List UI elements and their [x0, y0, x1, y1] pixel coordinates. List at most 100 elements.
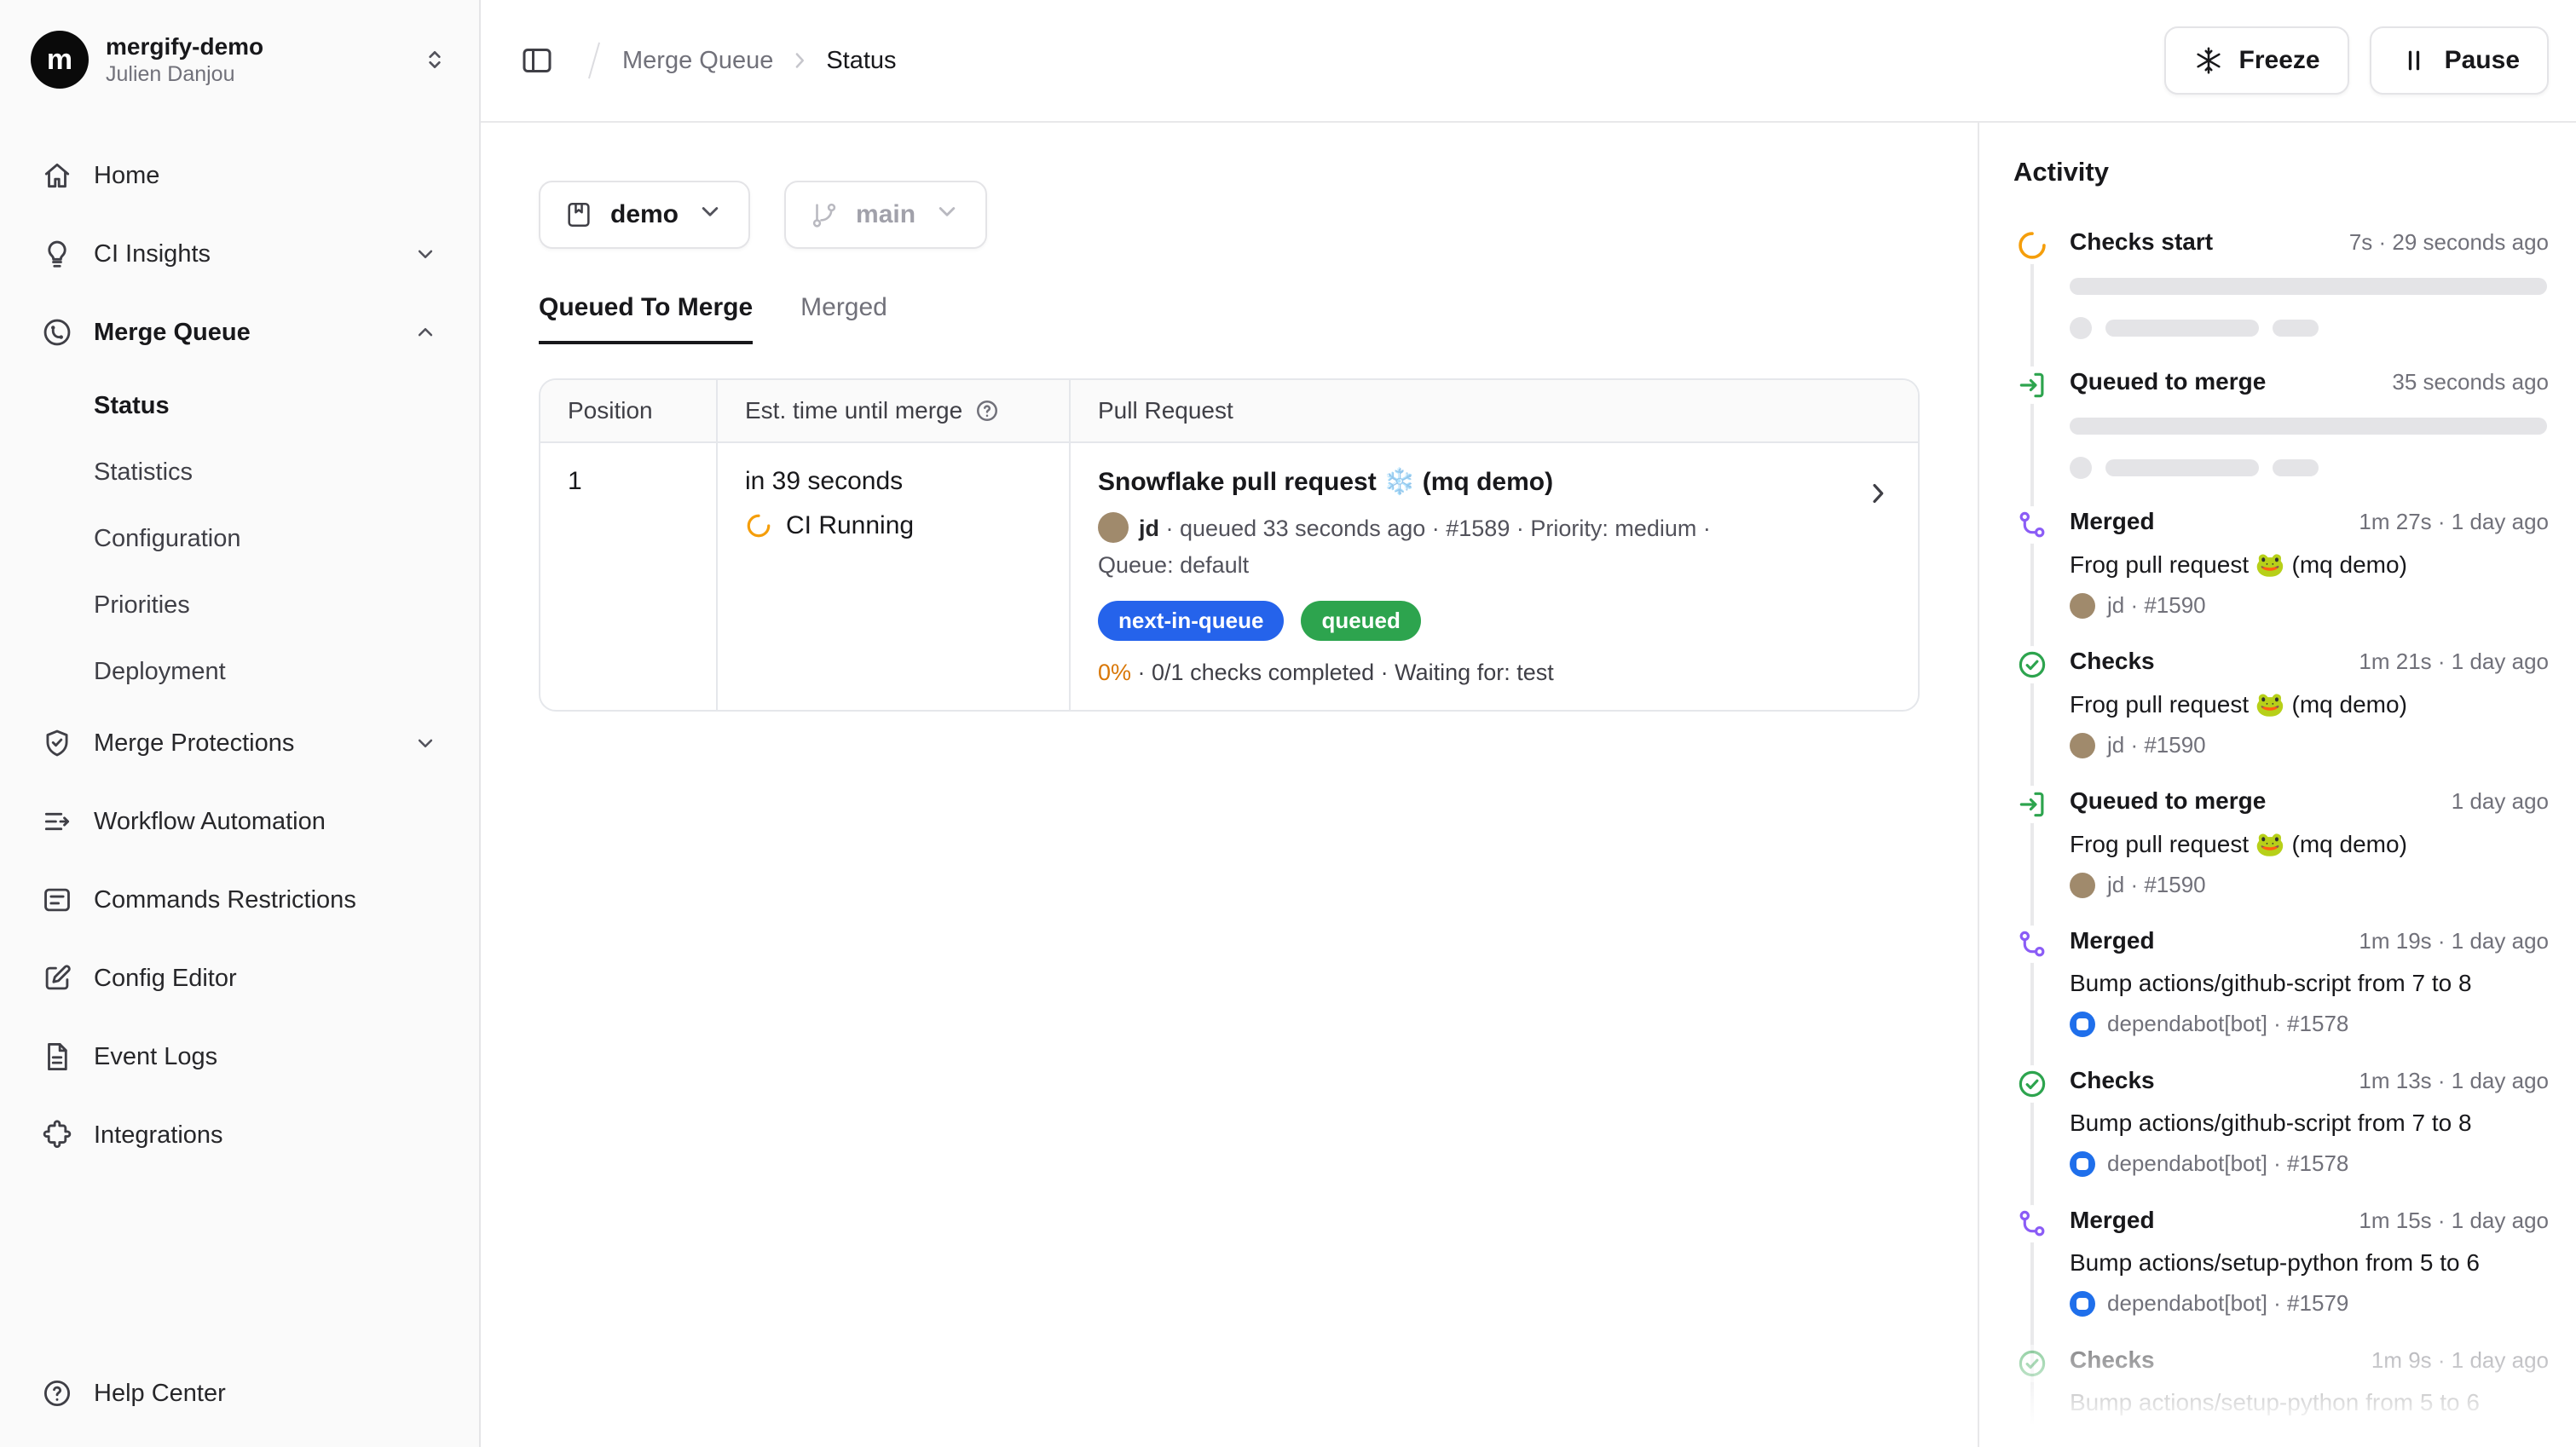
sidebar-item-label: Workflow Automation [94, 808, 326, 836]
activity-pr-title[interactable]: Bump actions/setup-python from 5 to 6 [2070, 1249, 2549, 1277]
skeleton-circle [2070, 457, 2092, 479]
pull-request-cell[interactable]: Snowflake pull request ❄️ (mq demo) jd ·… [1071, 443, 1918, 710]
avatar [2070, 873, 2095, 898]
activity-pr-title[interactable]: Frog pull request 🐸 (mq demo) [2070, 690, 2549, 718]
skeleton-bar [2105, 459, 2259, 476]
chevron-down-icon [933, 197, 962, 233]
ci-running-spinner-icon [745, 512, 772, 539]
pr-checks-status: 0% · 0/1 checks completed · Waiting for:… [1098, 660, 1840, 686]
pause-button[interactable]: Pause [2370, 26, 2549, 95]
sidebar-item-label: Home [94, 162, 159, 190]
dependabot-avatar [2070, 1291, 2095, 1317]
sidebar-subitem-status[interactable]: Status [20, 375, 459, 436]
activity-item[interactable]: Queued to merge1 day ago Frog pull reque… [2013, 787, 2549, 927]
freeze-label: Freeze [2239, 46, 2320, 75]
pause-label: Pause [2445, 46, 2520, 75]
queue-row[interactable]: 1 in 39 seconds CI Running Snowflake pul… [540, 443, 1918, 710]
column-position: Position [540, 380, 718, 441]
pr-author: jd [1139, 516, 1159, 541]
shield-icon [41, 727, 73, 759]
sidebar-toggle-button[interactable] [508, 32, 566, 89]
repository-value: demo [610, 200, 679, 229]
snowflake-icon [2193, 45, 2224, 76]
queue-table-header: Position Est. time until merge Pull Requ… [540, 380, 1918, 443]
pr-meta: jd · queued 33 seconds ago · #1589 · Pri… [1098, 510, 1766, 584]
check-circle-icon [2013, 1345, 2051, 1382]
sidebar-subitem-configuration[interactable]: Configuration [20, 508, 459, 569]
branch-value: main [856, 200, 915, 229]
sidebar-item-merge-protections[interactable]: Merge Protections [20, 707, 459, 779]
breadcrumb: Merge Queue Status [622, 47, 897, 75]
activity-item[interactable]: Queued to merge35 seconds ago [2013, 368, 2549, 508]
sidebar-item-config-editor[interactable]: Config Editor [20, 943, 459, 1014]
tab-merged[interactable]: Merged [800, 293, 887, 344]
activity-pr-title[interactable]: Frog pull request 🐸 (mq demo) [2070, 551, 2549, 579]
activity-item[interactable]: Checks1m 13s · 1 day ago Bump actions/gi… [2013, 1067, 2549, 1207]
help-center-label: Help Center [94, 1380, 226, 1408]
chevron-updown-icon[interactable] [421, 46, 448, 73]
eta-value: in 39 seconds [745, 467, 1042, 496]
workspace-name: mergify-demo [106, 32, 263, 61]
breadcrumb-parent[interactable]: Merge Queue [622, 47, 773, 75]
sidebar-item-commands-restrictions[interactable]: Commands Restrictions [20, 864, 459, 936]
workspace-avatar: m [31, 31, 89, 89]
branch-select[interactable]: main [784, 181, 987, 249]
spinner-icon [2013, 227, 2051, 264]
activity-item[interactable]: Checks start7s · 29 seconds ago [2013, 228, 2549, 368]
queued-to-merge-icon [2013, 366, 2051, 404]
workspace-switcher[interactable]: m mergify-demo Julien Danjou [20, 20, 459, 119]
activity-pr-title[interactable]: Frog pull request 🐸 (mq demo) [2070, 830, 2549, 858]
chevron-down-icon [696, 197, 725, 233]
puzzle-icon [41, 1119, 73, 1151]
activity-item[interactable]: Merged1m 19s · 1 day ago Bump actions/gi… [2013, 927, 2549, 1067]
queue-filters: demo main [539, 181, 1920, 249]
dependabot-avatar [2070, 1431, 2095, 1447]
help-center-link[interactable]: Help Center [20, 1363, 459, 1423]
badge-queued: queued [1301, 601, 1420, 641]
sidebar-item-workflow-automation[interactable]: Workflow Automation [20, 786, 459, 857]
activity-item[interactable]: Merged1m 15s · 1 day ago Bump actions/se… [2013, 1207, 2549, 1346]
sidebar-subitem-statistics[interactable]: Statistics [20, 441, 459, 503]
position-cell: 1 [540, 443, 718, 710]
sidebar-item-ci-insights[interactable]: CI Insights [20, 218, 459, 290]
repository-select[interactable]: demo [539, 181, 750, 249]
sidebar-subitem-deployment[interactable]: Deployment [20, 641, 459, 702]
activity-pr-title[interactable]: Bump actions/github-script from 7 to 8 [2070, 1110, 2549, 1137]
sidebar-item-merge-queue[interactable]: Merge Queue [20, 297, 459, 368]
chevron-right-icon [787, 48, 812, 73]
avatar [2070, 733, 2095, 758]
ci-status: CI Running [786, 511, 914, 540]
merge-queue-icon [41, 316, 73, 349]
activity-item[interactable]: Checks1m 9s · 1 day ago Bump actions/set… [2013, 1346, 2549, 1447]
sidebar-item-label: Merge Queue [94, 319, 251, 347]
git-merge-icon [2013, 506, 2051, 544]
git-merge-icon [2013, 1205, 2051, 1242]
eta-cell: in 39 seconds CI Running [718, 443, 1071, 710]
activity-pr-title[interactable]: Bump actions/github-script from 7 to 8 [2070, 970, 2549, 997]
activity-timeline: Checks start7s · 29 seconds ago Queued t… [2013, 228, 2549, 1447]
lightbulb-icon [41, 238, 73, 270]
sidebar-subitem-priorities[interactable]: Priorities [20, 574, 459, 636]
freeze-button[interactable]: Freeze [2164, 26, 2349, 95]
activity-pr-title[interactable]: Bump actions/setup-python from 5 to 6 [2070, 1389, 2549, 1416]
sidebar-item-event-logs[interactable]: Event Logs [20, 1021, 459, 1092]
sidebar-item-integrations[interactable]: Integrations [20, 1099, 459, 1171]
column-eta: Est. time until merge [718, 380, 1071, 441]
check-circle-icon [2013, 1065, 2051, 1103]
tab-queued-to-merge[interactable]: Queued To Merge [539, 293, 753, 344]
activity-panel: Activity Checks start7s · 29 seconds ago… [1978, 123, 2576, 1447]
sidebar-item-label: CI Insights [94, 240, 211, 268]
activity-item[interactable]: Checks1m 21s · 1 day ago Frog pull reque… [2013, 648, 2549, 787]
checks-status-text: · 0/1 checks completed · Waiting for: te… [1138, 660, 1554, 685]
activity-item[interactable]: Merged1m 27s · 1 day ago Frog pull reque… [2013, 508, 2549, 648]
sidebar-item-label: Config Editor [94, 965, 237, 993]
checks-progress: 0% [1098, 660, 1131, 685]
activity-title: Activity [2013, 157, 2549, 187]
chevron-right-icon[interactable] [1862, 477, 1894, 510]
sidebar-item-home[interactable]: Home [20, 140, 459, 211]
repo-icon [564, 200, 593, 229]
pause-icon [2399, 45, 2429, 76]
question-circle-icon[interactable] [974, 398, 1000, 424]
skeleton-bar [2273, 320, 2319, 337]
queue-tabs: Queued To Merge Merged [539, 293, 1920, 344]
